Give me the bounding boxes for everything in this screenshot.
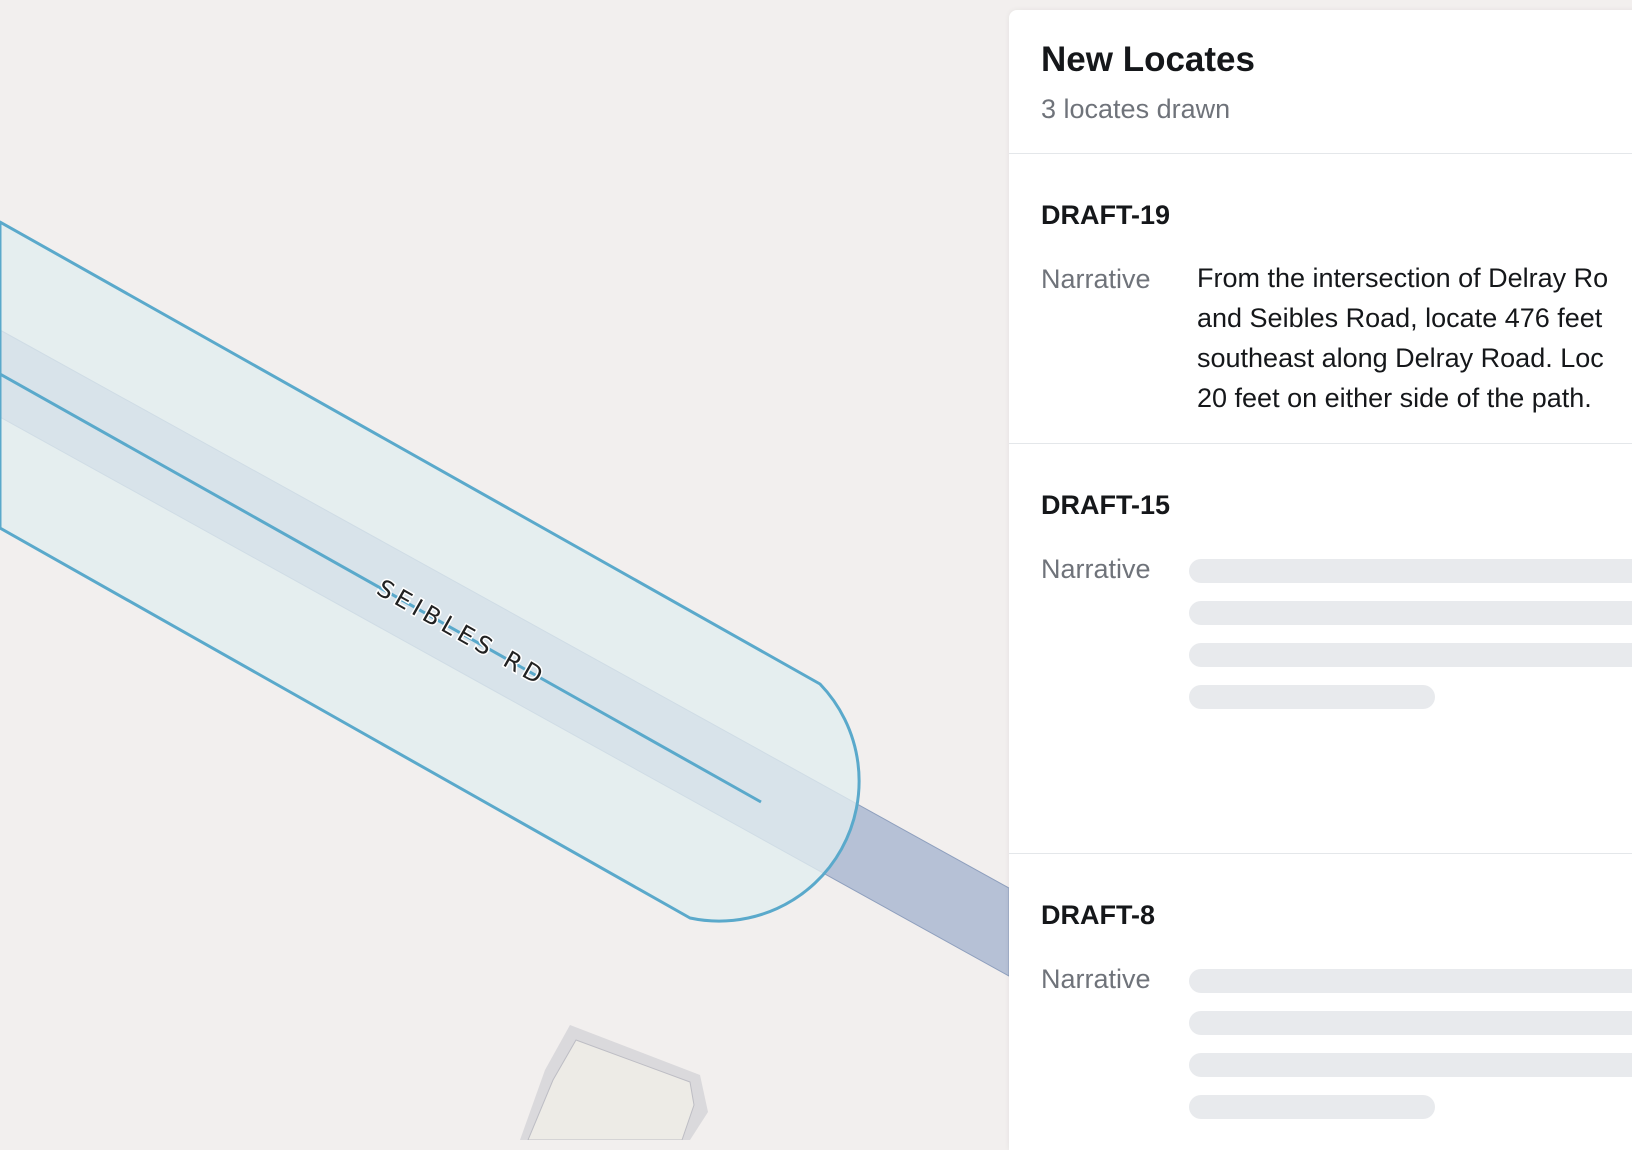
- locate-id: DRAFT-8: [1041, 900, 1155, 930]
- locate-card[interactable]: DRAFT-8 Narrative: [1009, 854, 1632, 1150]
- narrative-line: southeast along Delray Road. Loc: [1197, 343, 1604, 373]
- locate-buffer[interactable]: [0, 220, 861, 923]
- locates-panel: New Locates 3 locates drawn DRAFT-19 Nar…: [1009, 10, 1632, 1150]
- loading-skeleton-line: [1189, 969, 1632, 993]
- narrative-label: Narrative: [1041, 554, 1151, 584]
- panel-title: New Locates: [1041, 40, 1255, 79]
- building-footprint: [520, 1025, 708, 1140]
- locate-card[interactable]: DRAFT-19 Narrative From the intersection…: [1009, 154, 1632, 444]
- loading-skeleton-line: [1189, 643, 1632, 667]
- loading-skeleton-line: [1189, 601, 1632, 625]
- loading-skeleton-line: [1189, 685, 1435, 709]
- narrative-line: 20 feet on either side of the path.: [1197, 383, 1592, 413]
- panel-subtitle: 3 locates drawn: [1041, 94, 1231, 124]
- narrative-label: Narrative: [1041, 264, 1151, 294]
- narrative-text: From the intersection of Delray Ro and S…: [1197, 258, 1632, 418]
- loading-skeleton-line: [1189, 1011, 1632, 1035]
- loading-skeleton-line: [1189, 559, 1632, 583]
- panel-header: New Locates 3 locates drawn: [1009, 10, 1632, 154]
- loading-skeleton-line: [1189, 1095, 1435, 1119]
- locate-id: DRAFT-15: [1041, 490, 1171, 520]
- narrative-label: Narrative: [1041, 964, 1151, 994]
- narrative-line: From the intersection of Delray Ro: [1197, 263, 1609, 293]
- narrative-line: and Seibles Road, locate 476 feet: [1197, 303, 1603, 333]
- locate-id: DRAFT-19: [1041, 200, 1171, 230]
- locate-card[interactable]: DRAFT-15 Narrative: [1009, 444, 1632, 854]
- loading-skeleton-line: [1189, 1053, 1632, 1077]
